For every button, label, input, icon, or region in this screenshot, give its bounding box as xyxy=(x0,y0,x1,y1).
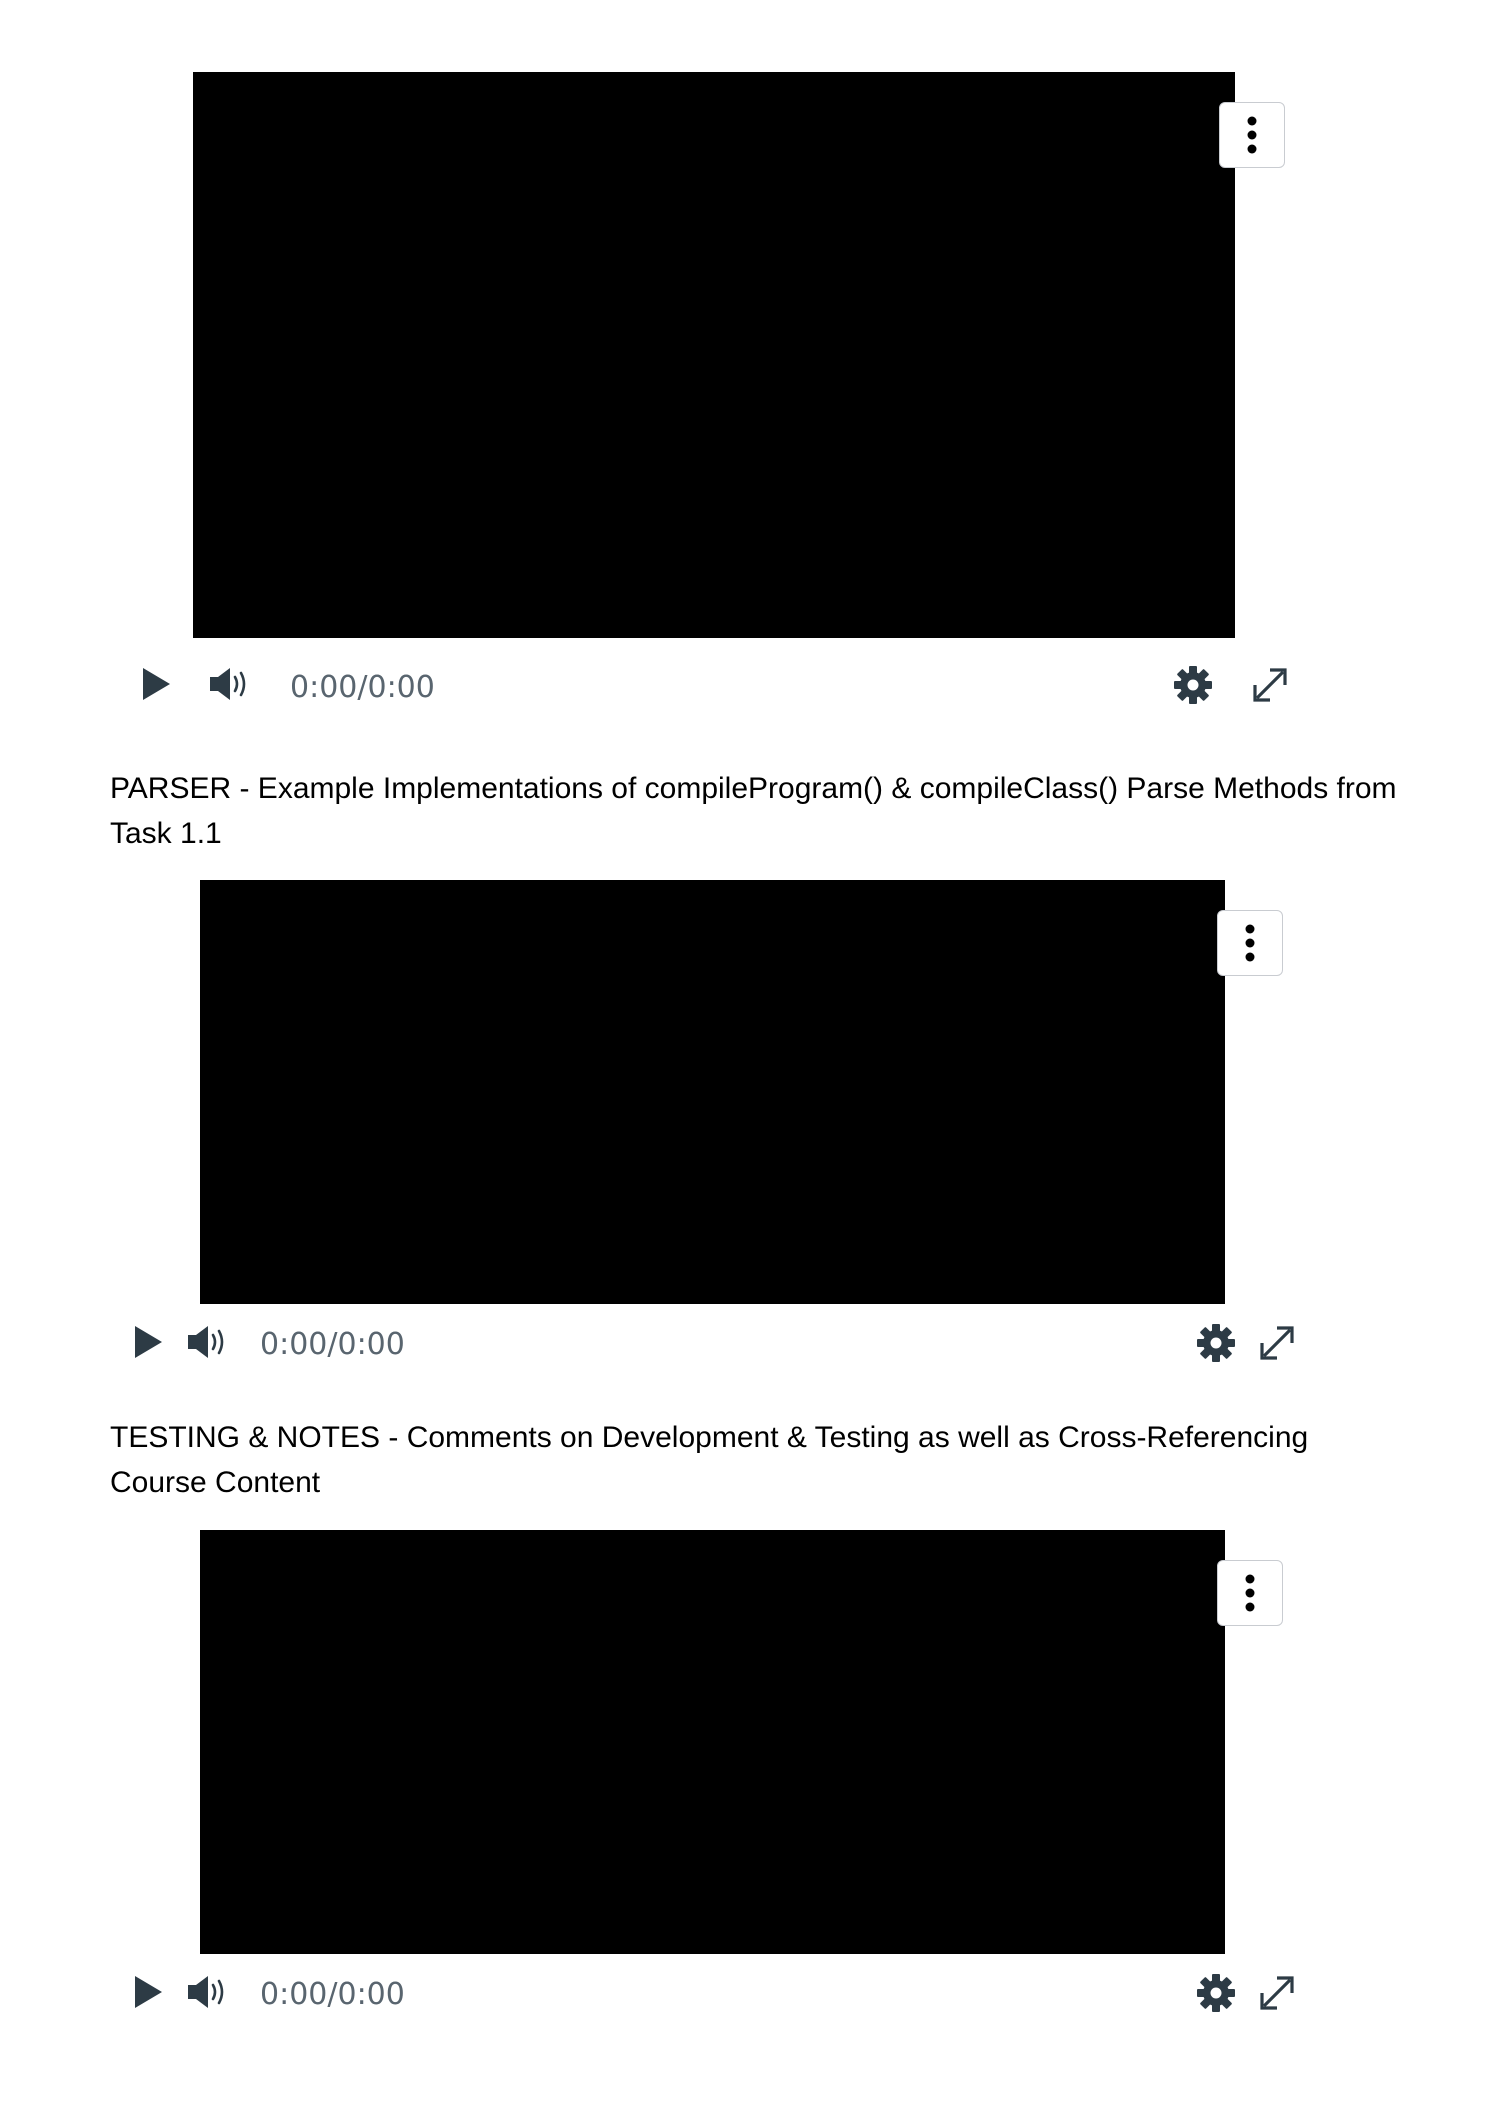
fullscreen-button[interactable] xyxy=(1256,1972,1298,2014)
fullscreen-button[interactable] xyxy=(1256,1322,1298,1364)
play-button[interactable] xyxy=(128,1972,168,2012)
video-frame[interactable] xyxy=(193,72,1235,638)
play-icon xyxy=(135,1326,162,1358)
settings-button[interactable] xyxy=(1195,1972,1237,2014)
video-frame[interactable] xyxy=(200,1530,1225,1954)
volume-icon xyxy=(188,1976,224,2008)
more-options-button[interactable] xyxy=(1217,1560,1283,1626)
vertical-ellipsis-icon xyxy=(1245,924,1255,962)
video-caption: TESTING & NOTES - Comments on Developmen… xyxy=(110,1421,1309,1499)
play-button[interactable] xyxy=(136,664,176,704)
vertical-ellipsis-icon xyxy=(1247,116,1257,154)
play-icon xyxy=(143,668,170,700)
time-display: 0:00/0:00 xyxy=(260,1327,405,1362)
vertical-ellipsis-icon xyxy=(1245,1574,1255,1612)
fullscreen-button[interactable] xyxy=(1249,664,1291,706)
gear-icon xyxy=(1197,1974,1235,2012)
expand-icon xyxy=(1260,1976,1294,2010)
volume-icon xyxy=(210,668,246,700)
gear-icon xyxy=(1174,666,1212,704)
video-frame[interactable] xyxy=(200,880,1225,1304)
volume-icon xyxy=(188,1326,224,1358)
video-caption: PARSER - Example Implementations of comp… xyxy=(110,772,1397,850)
volume-button[interactable] xyxy=(184,1322,230,1362)
more-options-button[interactable] xyxy=(1217,910,1283,976)
gear-icon xyxy=(1197,1324,1235,1362)
volume-button[interactable] xyxy=(206,664,252,704)
play-button[interactable] xyxy=(128,1322,168,1362)
expand-icon xyxy=(1253,668,1287,702)
volume-button[interactable] xyxy=(184,1972,230,2012)
time-display: 0:00/0:00 xyxy=(260,1977,405,2012)
settings-button[interactable] xyxy=(1172,664,1214,706)
settings-button[interactable] xyxy=(1195,1322,1237,1364)
more-options-button[interactable] xyxy=(1219,102,1285,168)
expand-icon xyxy=(1260,1326,1294,1360)
play-icon xyxy=(135,1976,162,2008)
time-display: 0:00/0:00 xyxy=(290,670,435,705)
